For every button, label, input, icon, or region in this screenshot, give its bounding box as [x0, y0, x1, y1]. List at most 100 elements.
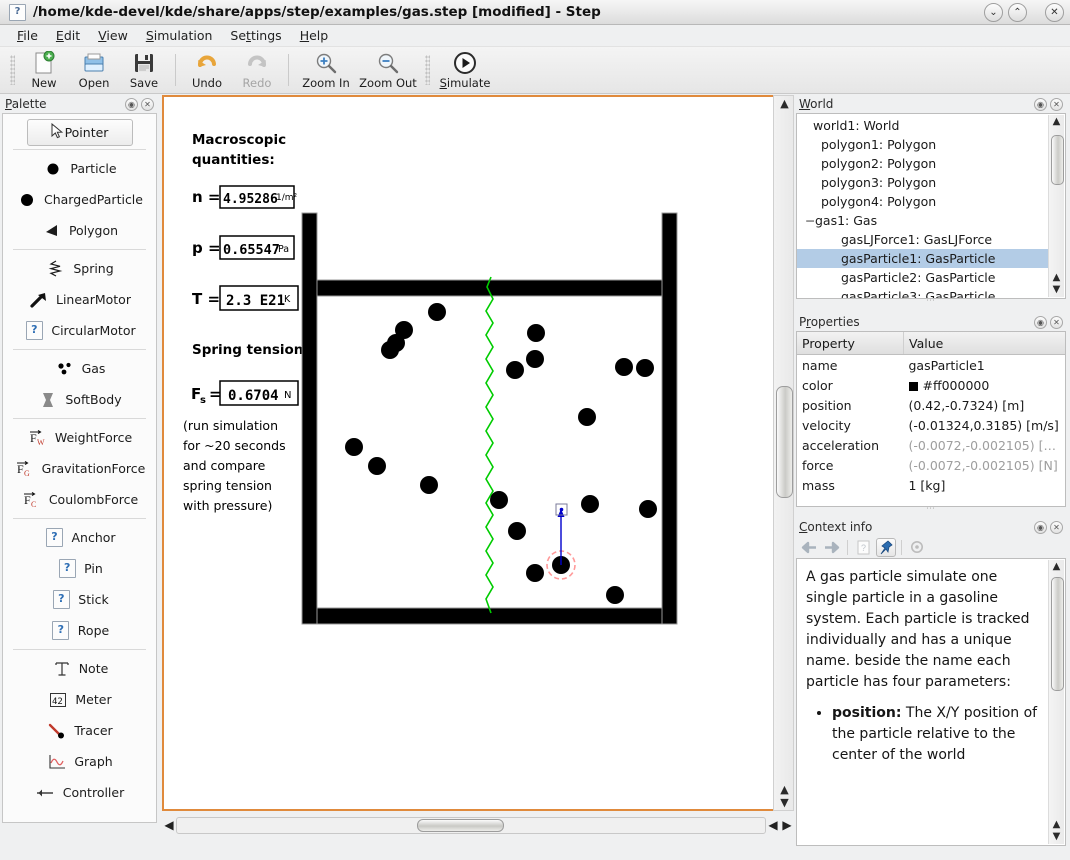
- palette-item-spring[interactable]: Spring: [3, 253, 156, 284]
- context-float-button[interactable]: ◉: [1034, 520, 1047, 534]
- properties-dock-resize-handle[interactable]: ⋯: [796, 505, 1066, 514]
- properties-close-button[interactable]: ✕: [1050, 315, 1063, 329]
- toolbar-undo-button[interactable]: Undo: [182, 48, 232, 93]
- canvas-hscroll-thumb[interactable]: [417, 818, 504, 832]
- scroll-down-arrow-icon[interactable]: ▼: [778, 796, 791, 809]
- window-menu-icon[interactable]: ?: [9, 3, 26, 21]
- menu-simulation[interactable]: Simulation: [137, 26, 222, 45]
- pin-icon[interactable]: [876, 537, 896, 557]
- tree-item-gasparticle2[interactable]: gasParticle2: GasParticle: [797, 268, 1049, 287]
- menu-file[interactable]: File: [8, 26, 47, 45]
- toolbar-zoom-out-button[interactable]: Zoom Out: [357, 48, 419, 93]
- context-close-button[interactable]: ✕: [1050, 520, 1063, 534]
- scroll-left-arrow-icon[interactable]: ◀: [162, 818, 176, 832]
- palette-float-button[interactable]: ◉: [125, 97, 138, 111]
- table-row[interactable]: force (-0.0072,-0.002105) [N]: [797, 455, 1065, 475]
- palette-item-softbody[interactable]: SoftBody: [3, 384, 156, 415]
- scroll-up-arrow-icon-2[interactable]: ▲: [1051, 819, 1062, 831]
- tree-item-polygon1[interactable]: polygon1: Polygon: [797, 135, 1049, 154]
- canvas-hscroll-track[interactable]: [176, 816, 766, 834]
- close-button[interactable]: ✕: [1045, 2, 1064, 22]
- scroll-up-arrow-icon-2[interactable]: ▲: [778, 783, 791, 796]
- context-scrollbar[interactable]: ▲ ▲ ▼: [1048, 560, 1064, 844]
- world-close-button[interactable]: ✕: [1050, 97, 1063, 111]
- menu-settings[interactable]: Settings: [221, 26, 290, 45]
- palette-item-graph[interactable]: Graph: [3, 746, 156, 777]
- scroll-up-arrow-icon-2[interactable]: ▲: [1051, 272, 1062, 284]
- palette-item-circularmotor[interactable]: ? CircularMotor: [3, 315, 156, 346]
- table-row[interactable]: name gasParticle1: [797, 355, 1065, 376]
- table-row[interactable]: position (0.42,-0.7324) [m]: [797, 395, 1065, 415]
- property-value-cell[interactable]: (-0.01324,0.3185) [m/s]: [904, 415, 1066, 435]
- tree-item-gasljforce1[interactable]: gasLJForce1: GasLJForce: [797, 230, 1049, 249]
- tree-item-polygon2[interactable]: polygon2: Polygon: [797, 154, 1049, 173]
- simulation-canvas[interactable]: Macroscopic quantities: n = 4.95286 1/m²…: [162, 95, 794, 811]
- column-header-value[interactable]: Value: [903, 332, 1065, 355]
- forward-arrow-icon[interactable]: [822, 538, 842, 557]
- shade-button[interactable]: ⌄: [984, 2, 1003, 22]
- properties-float-button[interactable]: ◉: [1034, 315, 1047, 329]
- palette-item-chargedparticle[interactable]: ChargedParticle: [3, 184, 156, 215]
- tree-item-gas1[interactable]: −gas1: Gas: [797, 211, 1049, 230]
- toolbar-zoom-in-button[interactable]: Zoom In: [295, 48, 357, 93]
- palette-item-note[interactable]: Note: [3, 653, 156, 684]
- scroll-up-arrow-icon[interactable]: ▲: [1051, 116, 1062, 128]
- menu-view[interactable]: View: [89, 26, 137, 45]
- context-scroll-thumb[interactable]: [1051, 577, 1064, 691]
- scroll-left-arrow-icon-2[interactable]: ◀: [766, 818, 780, 832]
- tree-expander-gas1[interactable]: −: [805, 211, 815, 230]
- toolbar-new-button[interactable]: New: [19, 48, 69, 93]
- back-arrow-icon[interactable]: [799, 538, 819, 557]
- palette-item-weightforce[interactable]: FW WeightForce: [3, 422, 156, 453]
- tree-item-gasparticle1[interactable]: gasParticle1: GasParticle: [797, 249, 1049, 268]
- scroll-down-arrow-icon[interactable]: ▼: [1051, 284, 1062, 296]
- canvas-vscroll-thumb[interactable]: [776, 386, 793, 498]
- canvas-horizontal-scrollbar[interactable]: ◀ ◀ ▶: [162, 813, 794, 837]
- property-value-cell[interactable]: (0.42,-0.7324) [m]: [904, 395, 1066, 415]
- property-value-cell[interactable]: gasParticle1: [904, 355, 1066, 376]
- toolbar-grip-2[interactable]: [425, 55, 430, 85]
- toolbar-open-button[interactable]: Open: [69, 48, 119, 93]
- world-tree-box[interactable]: world1: World polygon1: Polygon polygon2…: [796, 113, 1066, 299]
- world-tree-scrollbar[interactable]: ▲ ▲ ▼: [1048, 115, 1064, 297]
- toolbar-grip[interactable]: [10, 55, 15, 85]
- palette-item-coulombforce[interactable]: FC CoulombForce: [3, 484, 156, 515]
- palette-item-meter[interactable]: 42 Meter: [3, 684, 156, 715]
- tree-item-polygon4[interactable]: polygon4: Polygon: [797, 192, 1049, 211]
- gear-icon[interactable]: [907, 538, 927, 557]
- canvas-vertical-scrollbar[interactable]: ▲ ▲ ▼: [773, 95, 794, 811]
- scroll-up-arrow-icon[interactable]: ▲: [778, 97, 791, 110]
- palette-item-linearmotor[interactable]: LinearMotor: [3, 284, 156, 315]
- menu-help[interactable]: Help: [291, 26, 338, 45]
- palette-item-pointer[interactable]: Pointer: [26, 119, 133, 146]
- palette-item-gas[interactable]: Gas: [3, 353, 156, 384]
- palette-item-controller[interactable]: Controller: [3, 777, 156, 808]
- toolbar-simulate-button[interactable]: Simulate: [434, 48, 496, 93]
- palette-item-particle[interactable]: Particle: [3, 153, 156, 184]
- unshade-button[interactable]: ⌃: [1008, 2, 1027, 22]
- scroll-up-arrow-icon[interactable]: ▲: [1051, 561, 1062, 573]
- palette-item-anchor[interactable]: ? Anchor: [3, 522, 156, 553]
- table-row[interactable]: mass 1 [kg]: [797, 475, 1065, 495]
- property-value-cell[interactable]: #ff000000: [904, 375, 1066, 395]
- help-document-icon[interactable]: ?: [853, 538, 873, 557]
- palette-item-gravitationforce[interactable]: FG GravitationForce: [3, 453, 156, 484]
- column-header-property[interactable]: Property: [797, 332, 904, 355]
- property-value-cell[interactable]: 1 [kg]: [904, 475, 1066, 495]
- table-row[interactable]: acceleration (-0.0072,-0.002105) […: [797, 435, 1065, 455]
- context-info-box[interactable]: A gas particle simulate one single parti…: [796, 558, 1066, 846]
- world-float-button[interactable]: ◉: [1034, 97, 1047, 111]
- table-row[interactable]: velocity (-0.01324,0.3185) [m/s]: [797, 415, 1065, 435]
- palette-item-rope[interactable]: ? Rope: [3, 615, 156, 646]
- menu-edit[interactable]: Edit: [47, 26, 89, 45]
- tree-item-polygon3[interactable]: polygon3: Polygon: [797, 173, 1049, 192]
- properties-table-box[interactable]: Property Value name gasParticle1 color #…: [796, 331, 1066, 507]
- palette-item-pin[interactable]: ? Pin: [3, 553, 156, 584]
- tree-item-world1[interactable]: world1: World: [797, 116, 1049, 135]
- table-row[interactable]: color #ff000000: [797, 375, 1065, 395]
- scroll-down-arrow-icon[interactable]: ▼: [1051, 831, 1062, 843]
- palette-item-polygon[interactable]: Polygon: [3, 215, 156, 246]
- palette-item-stick[interactable]: ? Stick: [3, 584, 156, 615]
- palette-close-button[interactable]: ✕: [141, 97, 154, 111]
- toolbar-save-button[interactable]: Save: [119, 48, 169, 93]
